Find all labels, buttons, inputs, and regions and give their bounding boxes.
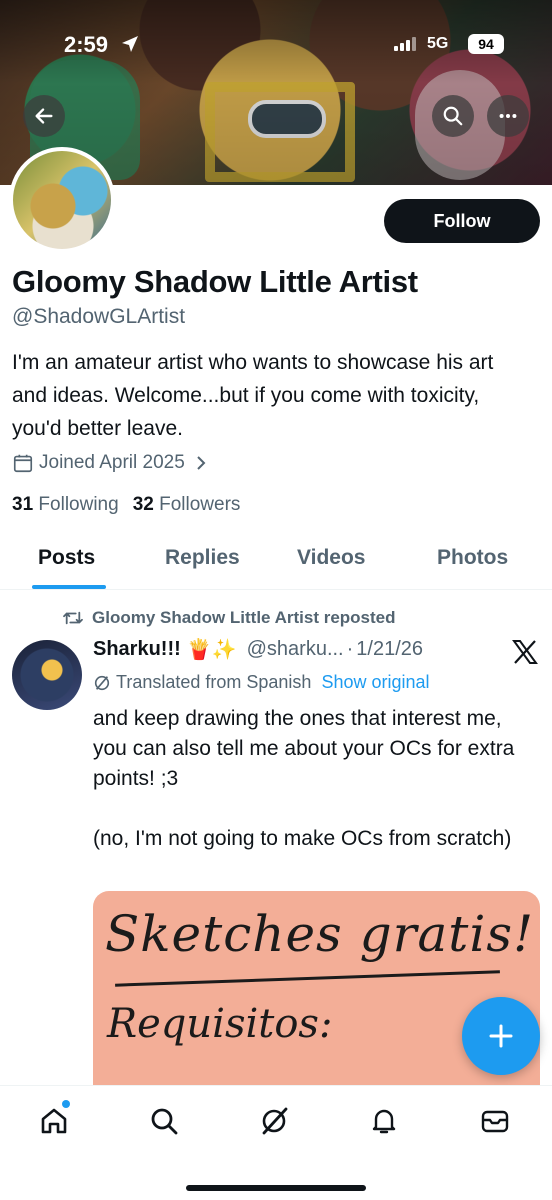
nav-explore[interactable]	[146, 1103, 182, 1139]
following-count: 31	[12, 494, 34, 515]
back-button[interactable]	[23, 95, 65, 137]
joined-date[interactable]: Joined April 2025	[12, 452, 212, 474]
nav-grok[interactable]	[256, 1103, 292, 1139]
repost-label: Gloomy Shadow Little Artist reposted	[92, 608, 396, 627]
plus-icon	[489, 1024, 513, 1048]
show-original-link[interactable]: Show original	[321, 672, 429, 693]
explore-icon	[151, 1108, 178, 1135]
signal-icon	[394, 37, 416, 51]
tab-replies[interactable]: Replies	[165, 546, 240, 570]
repost-context[interactable]: Gloomy Shadow Little Artist reposted	[62, 608, 396, 628]
network-label: 5G	[427, 35, 449, 52]
status-time: 2:59	[64, 32, 109, 57]
sketch-underline	[115, 970, 500, 987]
profile-bio: I'm an amateur artist who wants to showc…	[12, 351, 494, 440]
tab-posts[interactable]: Posts	[38, 546, 95, 570]
nav-messages[interactable]	[477, 1103, 513, 1139]
home-notification-dot	[62, 1100, 70, 1108]
followers-link[interactable]: 32 Followers	[133, 494, 241, 516]
search-button[interactable]	[432, 95, 474, 137]
search-icon	[443, 106, 463, 126]
post-author-avatar[interactable]	[12, 640, 82, 710]
notifications-icon	[372, 1109, 396, 1134]
messages-icon	[481, 1110, 509, 1133]
follow-button[interactable]: Follow	[384, 199, 540, 243]
post-author-name[interactable]: Sharku!!!	[93, 638, 181, 661]
post-header: Sharku!!! 🍟✨ @sharku... · 1/21/26	[93, 637, 423, 662]
tab-videos[interactable]: Videos	[297, 546, 365, 570]
nav-notifications[interactable]	[366, 1103, 402, 1139]
home-icon	[41, 1108, 67, 1134]
more-button[interactable]	[487, 95, 529, 137]
sketch-image-subtitle: Requisitos:	[107, 1001, 333, 1047]
post-separator: ·	[346, 638, 354, 660]
profile-avatar[interactable]	[9, 147, 115, 253]
sketch-image-title: Sketches gratis!	[105, 905, 535, 963]
repost-icon	[63, 611, 83, 625]
more-icon	[499, 113, 517, 119]
following-link[interactable]: 31 Following	[12, 494, 119, 516]
chevron-right-icon	[197, 456, 206, 470]
translation-bar: Translated from Spanish Show original	[93, 672, 430, 693]
nav-home[interactable]	[36, 1103, 72, 1139]
post-text: and keep drawing the ones that interest …	[93, 707, 515, 850]
post-date[interactable]: 1/21/26	[356, 638, 423, 661]
follow-stats: 31 Following 32 Followers	[12, 494, 240, 516]
active-tab-indicator	[32, 585, 106, 589]
translate-icon	[94, 675, 110, 690]
compose-post-button[interactable]	[462, 997, 540, 1075]
home-indicator	[186, 1185, 366, 1191]
bottom-navigation	[0, 1085, 552, 1200]
post-author-handle[interactable]: @sharku...	[247, 638, 344, 661]
grok-icon	[262, 1107, 288, 1135]
tab-photos[interactable]: Photos	[437, 546, 508, 570]
profile-tabs: Posts Replies Videos Photos	[0, 536, 552, 590]
following-label: Following	[38, 494, 119, 515]
joined-label: Joined April 2025	[39, 452, 185, 473]
status-bar: 2:59 5G 94	[0, 28, 552, 62]
translated-label: Translated from Spanish	[116, 672, 312, 692]
battery-level: 94	[468, 34, 504, 54]
x-logo-icon[interactable]	[512, 640, 538, 664]
calendar-icon	[13, 454, 33, 473]
profile-display-name: Gloomy Shadow Little Artist	[12, 264, 418, 299]
followers-label: Followers	[159, 494, 241, 515]
location-arrow-icon	[122, 36, 138, 52]
followers-count: 32	[132, 494, 154, 515]
profile-handle: @ShadowGLArtist	[12, 305, 186, 328]
post-author-emojis: 🍟✨	[186, 639, 237, 661]
back-arrow-icon	[35, 108, 53, 124]
